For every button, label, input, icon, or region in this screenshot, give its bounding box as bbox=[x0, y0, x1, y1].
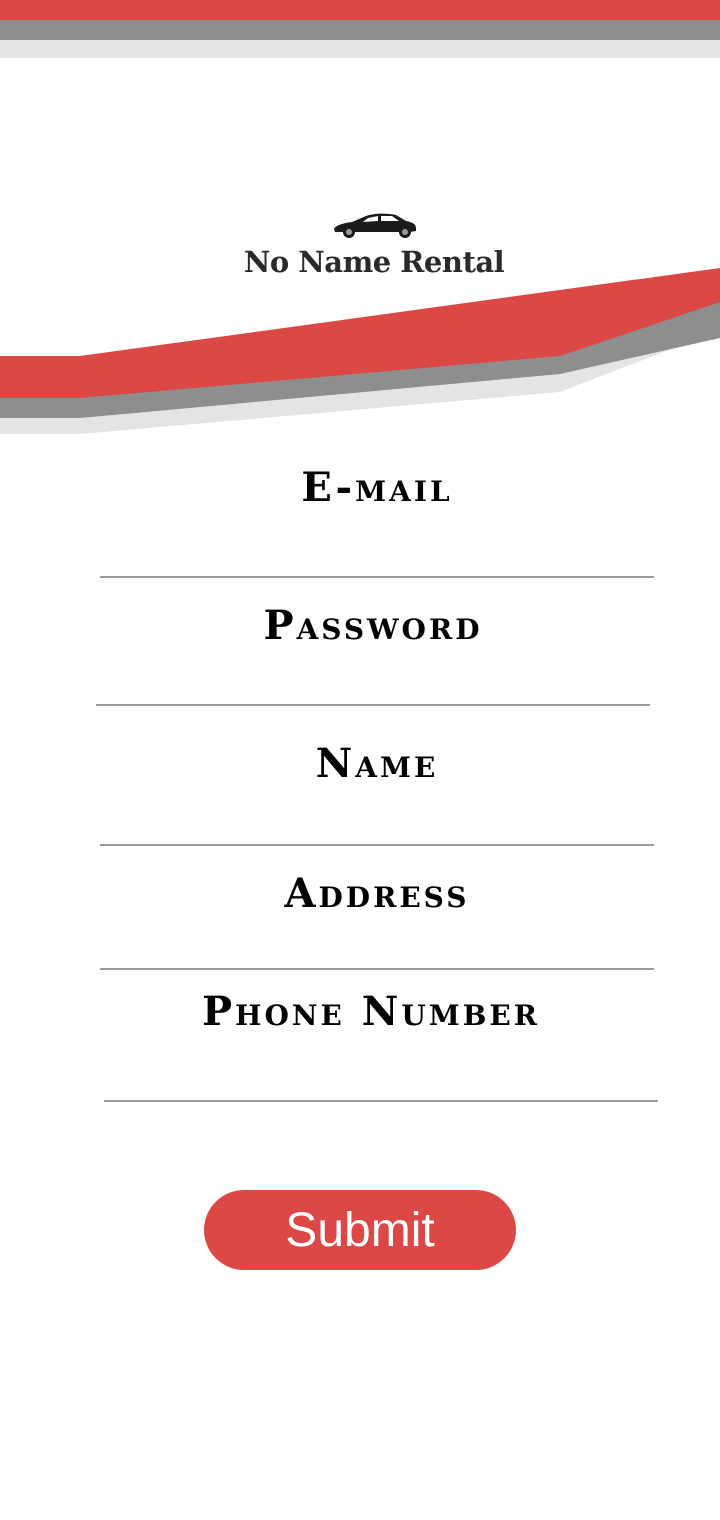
address-underline bbox=[100, 968, 654, 970]
email-field-group: E-mail bbox=[100, 460, 654, 580]
email-input[interactable] bbox=[100, 530, 654, 572]
name-underline bbox=[100, 844, 654, 846]
email-label: E-mail bbox=[301, 464, 453, 511]
email-underline bbox=[100, 576, 654, 578]
password-field-group: Password bbox=[96, 600, 650, 720]
diagonal-swoosh bbox=[0, 268, 720, 434]
password-underline bbox=[96, 704, 650, 706]
phone-number-input[interactable] bbox=[104, 1054, 658, 1096]
top-stripe-light bbox=[0, 40, 720, 58]
car-icon bbox=[334, 213, 416, 238]
password-input[interactable] bbox=[96, 658, 650, 700]
address-input[interactable] bbox=[100, 922, 654, 964]
password-label: Password bbox=[263, 602, 483, 649]
phone-field-group: Phone Number bbox=[104, 986, 658, 1106]
address-field-group: Address bbox=[100, 868, 654, 988]
name-input[interactable] bbox=[100, 798, 654, 840]
address-label: Address bbox=[284, 870, 470, 917]
top-stripe-gray bbox=[0, 20, 720, 40]
name-field-group: Name bbox=[100, 738, 654, 858]
submit-button[interactable]: Submit bbox=[204, 1190, 516, 1270]
top-stripe-red bbox=[0, 0, 720, 20]
phone-number-label: Phone Number bbox=[201, 988, 541, 1035]
name-label: Name bbox=[315, 740, 439, 787]
phone-number-underline bbox=[104, 1100, 658, 1102]
